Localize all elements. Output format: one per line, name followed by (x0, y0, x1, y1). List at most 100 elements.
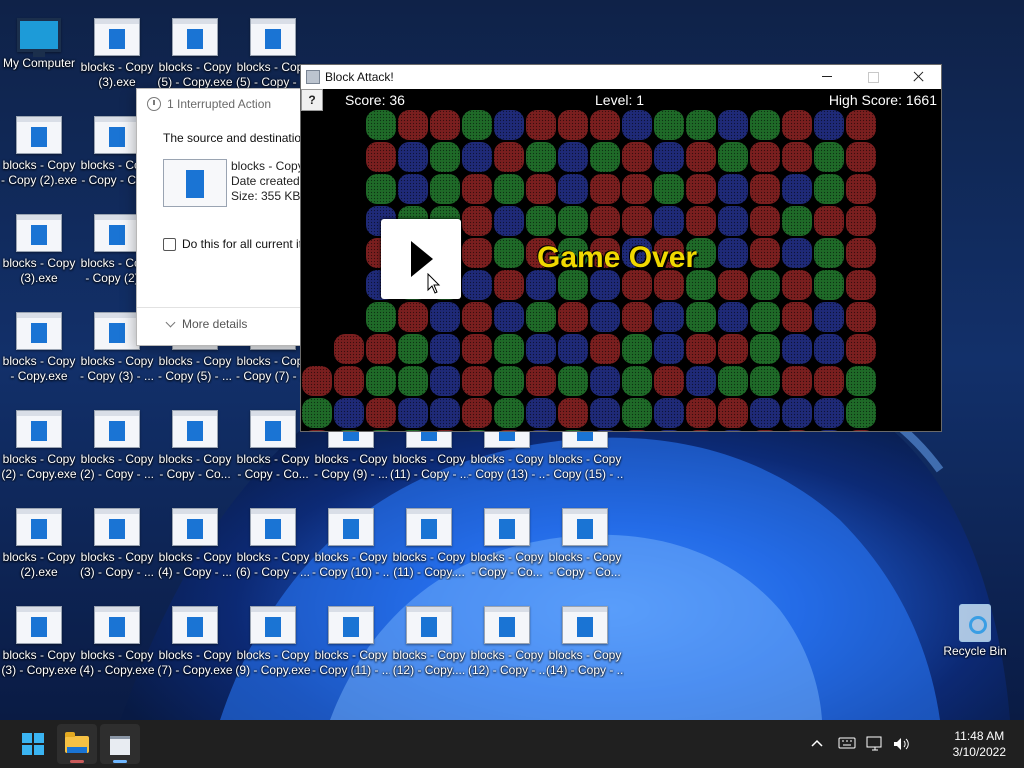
desktop-icon-file[interactable]: blocks - Copy - Copy (10) - ... (312, 498, 390, 590)
game-block-texture (622, 110, 652, 140)
desktop-icon-file[interactable]: blocks - Copy (3) - Copy - ... (78, 498, 156, 590)
desktop-icon-label: blocks - Copy (7) - Copy.exe (157, 648, 233, 677)
desktop-icon-file[interactable]: blocks - Copy (4) - Copy - ... (156, 498, 234, 590)
game-block-texture (782, 334, 812, 364)
game-block-texture (526, 334, 556, 364)
computer-icon (17, 18, 61, 57)
desktop-icon-file[interactable]: blocks - Copy (2).exe (0, 498, 78, 590)
desktop-icon-file[interactable]: blocks - Copy (4) - Copy.exe (78, 596, 156, 688)
exe-file-icon (172, 18, 218, 56)
desktop-icon-label: blocks - Copy (11) - Copy.... (392, 550, 466, 579)
desktop-icon-my-computer[interactable]: My Computer (0, 8, 78, 100)
minimize-button[interactable] (804, 65, 850, 89)
game-board[interactable]: ? Score: 36 Level: 1 High Score: 1661 Ga… (301, 89, 941, 431)
desktop-icon-file[interactable]: blocks - Copy - Copy.exe (0, 302, 78, 394)
desktop-icon-label: blocks - Copy (2) - Copy - ... (79, 452, 154, 481)
desktop-icon-file[interactable]: blocks - Copy - Copy (2).exe (0, 106, 78, 198)
desktop-icon-file[interactable]: blocks - Copy - Copy - Co... (468, 498, 546, 590)
desktop-icon-file[interactable]: blocks - Copy (3) - Copy.exe (0, 596, 78, 688)
game-block-texture (366, 366, 396, 396)
desktop-icon-file[interactable]: blocks - Copy (6) - Copy - ... (234, 498, 312, 590)
game-block-texture (686, 366, 716, 396)
game-block-texture (622, 334, 652, 364)
game-block-texture (846, 270, 876, 300)
window-title-bar[interactable]: Block Attack! (301, 65, 941, 89)
desktop-icon-file[interactable]: blocks - Copy (7) - Copy.exe (156, 596, 234, 688)
help-button[interactable]: ? (301, 89, 323, 111)
running-indicator (70, 760, 84, 763)
game-block-texture (526, 302, 556, 332)
more-details-label: More details (182, 317, 248, 331)
desktop-icon-file[interactable]: blocks - Copy (5) - Copy.exe (156, 8, 234, 100)
exe-file-icon (172, 606, 218, 644)
game-block-texture (430, 334, 460, 364)
exe-file-icon (172, 410, 218, 448)
game-block-texture (308, 430, 326, 431)
game-block-texture (398, 142, 428, 172)
desktop-icon-file[interactable]: blocks - Copy - Copy - Co... (546, 498, 624, 590)
exe-file-icon (16, 312, 62, 350)
exe-file-icon (328, 508, 374, 546)
desktop-icon-file[interactable]: blocks - Copy (2) - Copy - ... (78, 400, 156, 492)
desktop-icon-file[interactable]: blocks - Copy - Copy - Co... (156, 400, 234, 492)
game-block-texture (302, 366, 332, 396)
game-block-texture (462, 398, 492, 428)
desktop-icon-file[interactable]: blocks - Copy (11) - Copy.... (390, 498, 468, 590)
game-block-texture (494, 366, 524, 396)
block-attack-window[interactable]: Block Attack! ? Score: 36 Level: 1 High … (300, 64, 942, 432)
game-block-texture (494, 334, 524, 364)
desktop-icon-file[interactable]: blocks - Copy (12) - Copy - ... (468, 596, 546, 688)
exe-file-icon (250, 508, 296, 546)
desktop-icon-file[interactable]: blocks - Copy (14) - Copy - ... (546, 596, 624, 688)
desktop-icon-file[interactable]: blocks - Copy (9) - Copy.exe (234, 596, 312, 688)
desktop-icon-label: blocks - Copy - Copy - Co... (158, 452, 232, 481)
desktop-icon-label: blocks - Copy - Copy (2).exe (0, 158, 78, 187)
block-attack-taskbar-button[interactable] (100, 724, 140, 764)
network-icon[interactable] (866, 736, 884, 752)
game-block-texture (692, 430, 710, 431)
game-block-texture (750, 174, 780, 204)
desktop-icon-file[interactable]: blocks - Copy (3).exe (0, 204, 78, 296)
desktop-icon-label: blocks - Copy (3) - Copy - ... (79, 550, 154, 579)
exe-file-icon (16, 508, 62, 546)
desktop-icon-file[interactable]: blocks - Copy - Copy (11) - ... (312, 596, 390, 688)
desktop-icon-label: blocks - Copy - Copy (11) - ... (312, 648, 390, 677)
desktop-icon-recycle-bin[interactable]: Recycle Bin (936, 590, 1014, 682)
desktop-icon-label: blocks - Copy (3).exe (2, 256, 76, 285)
maximize-button[interactable] (850, 65, 896, 89)
game-block-texture (718, 206, 748, 236)
clock[interactable]: 11:48 AM 3/10/2022 (953, 728, 1006, 760)
game-block-texture (846, 206, 876, 236)
game-block-texture (654, 206, 684, 236)
volume-icon[interactable] (892, 736, 910, 752)
game-block-texture (462, 366, 492, 396)
file-explorer-taskbar-button[interactable] (57, 724, 97, 764)
game-block-texture (494, 270, 524, 300)
game-block-texture (782, 142, 812, 172)
minimize-icon (822, 76, 832, 77)
close-button[interactable] (895, 65, 941, 89)
game-block-texture (814, 110, 844, 140)
game-block-texture (564, 430, 582, 431)
desktop-icon-file[interactable]: blocks - Copy (12) - Copy.... (390, 596, 468, 688)
more-details-button[interactable]: More details (165, 317, 248, 331)
start-button[interactable] (13, 724, 53, 764)
game-block-texture (814, 334, 844, 364)
recycle-bin-icon (957, 600, 993, 642)
desktop-icon-label: blocks - Copy (4) - Copy.exe (79, 648, 155, 677)
game-block-texture (756, 430, 774, 431)
chevron-up-icon[interactable] (810, 736, 824, 750)
game-block-texture (846, 366, 876, 396)
checkbox-box[interactable] (163, 237, 176, 251)
game-block-texture (686, 142, 716, 172)
desktop-icon-file[interactable]: blocks - Copy (3).exe (78, 8, 156, 100)
play-button[interactable] (381, 219, 461, 299)
desktop-icon-file[interactable]: blocks - Copy (2) - Copy.exe (0, 400, 78, 492)
exe-file-icon (94, 312, 140, 350)
desktop-icon-label: blocks - Copy (11) - Copy - ... (390, 452, 468, 481)
desktop-icon-label: blocks - Copy (2).exe (2, 550, 76, 579)
apply-to-all-checkbox[interactable]: Do this for all current it (163, 237, 302, 251)
keyboard-icon[interactable] (838, 736, 856, 750)
game-block-texture (590, 398, 620, 428)
game-block-texture (430, 398, 460, 428)
